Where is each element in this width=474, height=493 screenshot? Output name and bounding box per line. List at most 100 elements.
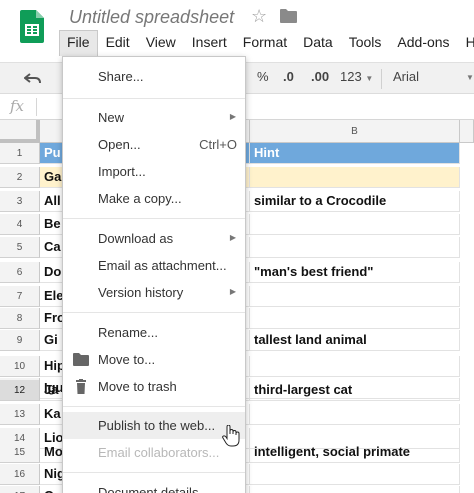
row-number[interactable]: 15 <box>0 442 40 463</box>
move-to-label: Move to... <box>98 352 156 367</box>
menu-help[interactable]: H <box>458 30 474 56</box>
row-number[interactable]: 16 <box>0 464 40 485</box>
cell-b1[interactable]: Hint <box>250 143 460 164</box>
file-menu-dropdown: Share... New ▶ Open... Ctrl+O Import... … <box>62 56 246 493</box>
function-icon: fx <box>10 97 25 115</box>
menu-divider <box>63 312 245 313</box>
rename-label: Rename... <box>98 325 158 340</box>
cell-b5[interactable] <box>250 237 460 258</box>
row-number[interactable]: 17 <box>0 486 40 493</box>
cell-b10[interactable] <box>250 356 460 377</box>
menu-tools[interactable]: Tools <box>341 30 390 56</box>
folder-icon[interactable] <box>280 9 297 23</box>
share-label: Share... <box>98 69 144 84</box>
menu-item-download-as[interactable]: Download as ▶ <box>63 225 245 252</box>
more-formats-label: 123 <box>340 69 362 84</box>
undo-icon[interactable] <box>24 71 42 85</box>
menu-format[interactable]: Format <box>235 30 295 56</box>
row-number[interactable]: 5 <box>0 237 40 258</box>
row-number[interactable]: 13 <box>0 404 40 425</box>
row-number[interactable]: 1 <box>0 143 40 164</box>
open-shortcut: Ctrl+O <box>199 137 237 152</box>
menu-addons[interactable]: Add-ons <box>389 30 457 56</box>
menu-item-move-to-trash[interactable]: Move to trash <box>63 373 245 400</box>
menu-insert[interactable]: Insert <box>184 30 235 56</box>
open-label: Open... <box>98 137 141 152</box>
percent-format-button[interactable]: % <box>257 69 269 84</box>
cell-b2[interactable] <box>250 167 460 188</box>
menu-file[interactable]: File <box>59 30 98 56</box>
more-formats-button[interactable]: 123 ▼ <box>340 69 373 84</box>
menu-divider <box>63 218 245 219</box>
cell-b17[interactable] <box>250 486 460 493</box>
menu-divider <box>63 472 245 473</box>
menu-item-open[interactable]: Open... Ctrl+O <box>63 131 245 158</box>
menu-item-publish[interactable]: Publish to the web... <box>63 412 245 439</box>
row-number[interactable]: 3 <box>0 191 40 212</box>
row-number[interactable]: 7 <box>0 286 40 307</box>
select-all-corner[interactable] <box>0 120 40 143</box>
menu-item-make-copy[interactable]: Make a copy... <box>63 185 245 212</box>
font-family-select[interactable]: Arial <box>393 69 419 84</box>
import-label: Import... <box>98 164 146 179</box>
menu-view[interactable]: View <box>138 30 184 56</box>
column-header-b[interactable]: B <box>250 120 460 143</box>
menu-item-share[interactable]: Share... <box>63 63 245 90</box>
row-number[interactable]: 2 <box>0 167 40 188</box>
font-chevron-down-icon[interactable]: ▼ <box>466 73 474 82</box>
cell-b6[interactable]: "man's best friend" <box>250 262 460 283</box>
cell-b3[interactable]: similar to a Crocodile <box>250 191 460 212</box>
menu-bar: File Edit View Insert Format Data Tools … <box>59 30 474 56</box>
app-header: Untitled spreadsheet ☆ File Edit View In… <box>0 0 474 62</box>
menu-edit[interactable]: Edit <box>98 30 138 56</box>
menu-divider <box>63 406 245 407</box>
cell-b9[interactable]: tallest land animal <box>250 330 460 351</box>
row-number[interactable]: 9 <box>0 330 40 351</box>
menu-item-email-attachment[interactable]: Email as attachment... <box>63 252 245 279</box>
cell-b8[interactable] <box>250 308 460 329</box>
version-history-label: Version history <box>98 285 184 300</box>
decrease-decimal-button[interactable]: .0 <box>283 69 294 84</box>
new-label: New <box>98 110 125 125</box>
menu-item-new[interactable]: New ▶ <box>63 104 245 131</box>
cell-b12[interactable]: third-largest cat <box>250 380 460 401</box>
submenu-arrow-icon: ▶ <box>229 112 236 121</box>
cell-b4[interactable] <box>250 214 460 235</box>
row-number[interactable]: 12 <box>0 380 40 401</box>
email-attachment-label: Email as attachment... <box>98 258 227 273</box>
row-number[interactable]: 10 <box>0 356 40 377</box>
menu-item-import[interactable]: Import... <box>63 158 245 185</box>
menu-item-email-collaborators[interactable]: Email collaborators... <box>63 439 245 466</box>
row-number[interactable]: 6 <box>0 262 40 283</box>
make-copy-label: Make a copy... <box>98 191 182 206</box>
menu-item-version-history[interactable]: Version history ▶ <box>63 279 245 306</box>
cell-b13[interactable] <box>250 404 460 425</box>
menu-item-move-to[interactable]: Move to... <box>63 346 245 373</box>
cell-b7[interactable] <box>250 286 460 307</box>
chevron-down-icon: ▼ <box>365 74 374 83</box>
submenu-arrow-icon: ▶ <box>229 287 236 296</box>
formula-bar-divider <box>36 98 37 116</box>
star-icon[interactable]: ☆ <box>251 6 267 27</box>
publish-label: Publish to the web... <box>98 418 216 433</box>
increase-decimal-button[interactable]: .00 <box>311 69 329 84</box>
row-number[interactable]: 4 <box>0 214 40 235</box>
document-details-label: Document details... <box>98 485 210 493</box>
cell-b15[interactable]: intelligent, social primate <box>250 442 460 463</box>
cell-b16[interactable] <box>250 464 460 485</box>
sheets-logo-icon[interactable] <box>20 10 44 43</box>
menu-data[interactable]: Data <box>295 30 341 56</box>
download-as-label: Download as <box>98 231 174 246</box>
menu-item-rename[interactable]: Rename... <box>63 319 245 346</box>
menu-item-document-details[interactable]: Document details... <box>63 479 245 493</box>
move-to-trash-label: Move to trash <box>98 379 177 394</box>
document-title[interactable]: Untitled spreadsheet <box>69 7 234 28</box>
row-number[interactable]: 8 <box>0 308 40 329</box>
trash-icon <box>76 379 86 394</box>
column-header-c[interactable] <box>460 120 474 143</box>
submenu-arrow-icon: ▶ <box>229 233 236 242</box>
menu-divider <box>63 98 245 99</box>
toolbar-divider <box>381 69 382 89</box>
folder-icon <box>73 353 89 366</box>
email-collaborators-label: Email collaborators... <box>98 445 220 460</box>
